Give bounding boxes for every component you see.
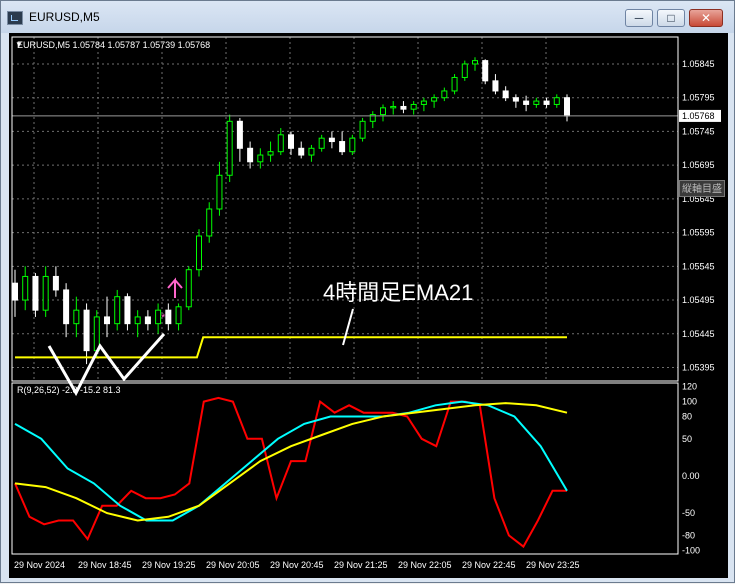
candle-body: [359, 120, 366, 139]
candle-body: [83, 309, 90, 352]
candle-body: [461, 63, 468, 78]
time-tick-label: 29 Nov 20:45: [270, 560, 324, 570]
candle-body: [298, 147, 305, 156]
candle-body: [451, 76, 458, 92]
candle-body: [277, 134, 284, 153]
candle-body: [165, 309, 172, 325]
candle-body: [318, 137, 325, 149]
candle-body: [216, 174, 223, 210]
candle-body: [144, 316, 151, 325]
price-tick-label: 1.05595: [682, 228, 715, 238]
candle-body: [12, 282, 18, 301]
candle-body: [247, 147, 254, 163]
candle-body: [206, 208, 213, 237]
candle-body: [441, 90, 448, 99]
candle-body: [226, 120, 233, 176]
annotations: *▼: [15, 40, 354, 397]
indicator-panel-border: [11, 382, 679, 555]
candle-body: [155, 309, 162, 325]
time-tick-label: 29 Nov 21:25: [334, 560, 388, 570]
time-tick-label: 29 Nov 23:25: [526, 560, 580, 570]
candle-body: [553, 97, 560, 105]
candle-body: [410, 103, 417, 110]
candle-body: [267, 151, 274, 156]
grid-lines: [12, 37, 678, 381]
star-icon: *: [161, 312, 166, 324]
time-tick-label: 29 Nov 19:25: [142, 560, 196, 570]
price-tick-label: 1.05545: [682, 261, 715, 271]
candle-body: [52, 275, 59, 291]
candle-body: [73, 309, 80, 325]
annotation-pointer: [342, 308, 354, 346]
candle-body: [472, 60, 478, 65]
indicator-tick-label: -50: [682, 508, 695, 518]
candle-body: [124, 296, 131, 325]
indicator-label: R(9,26,52) -2.8 -15.2 81.3: [17, 385, 121, 395]
candle-body: [185, 269, 192, 308]
candle-body: [257, 154, 264, 163]
time-tick-label: 29 Nov 20:05: [206, 560, 260, 570]
price-panel-border: [11, 36, 679, 382]
price-tick-label: 1.05745: [682, 126, 715, 136]
price-tick-label: 1.05495: [682, 295, 715, 305]
indicator-series: [14, 396, 568, 549]
candle-body: [502, 90, 509, 99]
chart-window: EURUSD,M5 ─ □ ✕ 1.05845 1.05795 1.05745 1.0…: [0, 0, 735, 583]
time-tick-label: 29 Nov 2024: [14, 560, 65, 570]
indicator-tick-label: 0.00: [682, 471, 700, 481]
candle-body: [42, 275, 49, 311]
candle-body: [492, 80, 499, 92]
ema-annotation: 4時間足EMA21: [323, 280, 474, 305]
candle-body: [236, 120, 243, 149]
axis-scale-button[interactable]: 縦軸目盛: [679, 180, 725, 197]
candle-body: [390, 105, 397, 109]
candle-body: [512, 97, 519, 102]
time-tick-label: 29 Nov 22:05: [398, 560, 452, 570]
candle-body: [328, 137, 335, 143]
candle-body: [400, 105, 407, 110]
candle-body: [339, 141, 346, 153]
candle-body: [104, 316, 110, 325]
indicator-tick-label: -100: [682, 545, 700, 555]
candlesticks: [12, 57, 570, 365]
candle-body: [63, 289, 70, 325]
indicator-tick-label: 50: [682, 434, 692, 444]
candle-body: [543, 100, 550, 105]
price-tick-label: 1.05845: [682, 59, 715, 69]
price-tick-label: 1.05695: [682, 160, 715, 170]
time-tick-label: 29 Nov 18:45: [78, 560, 132, 570]
time-tick-label: 29 Nov 22:45: [462, 560, 516, 570]
candle-body: [288, 134, 294, 149]
current-price-label: 1.05768: [682, 111, 715, 121]
candle-body: [196, 235, 202, 271]
candle-body: [134, 316, 141, 325]
price-tick-label: 1.05445: [682, 329, 715, 339]
candle-body: [308, 147, 315, 156]
symbol-info: EURUSD,M5 1.05784 1.05787 1.05739 1.0576…: [17, 40, 211, 50]
candle-body: [564, 97, 570, 117]
candle-body: [533, 100, 540, 105]
candle-body: [380, 107, 386, 116]
indicator-line: [14, 396, 567, 549]
indicator-tick-label: -80: [682, 530, 695, 540]
candle-body: [482, 60, 489, 82]
price-tick-label: 1.05795: [682, 93, 715, 103]
candle-body: [420, 100, 427, 105]
candle-body: [114, 296, 121, 325]
candle-body: [175, 306, 182, 325]
indicator-tick-label: 80: [682, 411, 692, 421]
candle-body: [22, 275, 29, 301]
indicator-tick-label: 100: [682, 397, 697, 407]
candle-body: [431, 97, 438, 102]
candle-body: [32, 275, 39, 311]
candle-body: [523, 100, 530, 105]
indicator-tick-label: 120: [682, 382, 697, 392]
up-arrow-icon: [167, 277, 183, 298]
candle-body: [349, 137, 356, 153]
price-tick-label: 1.05395: [682, 363, 715, 373]
